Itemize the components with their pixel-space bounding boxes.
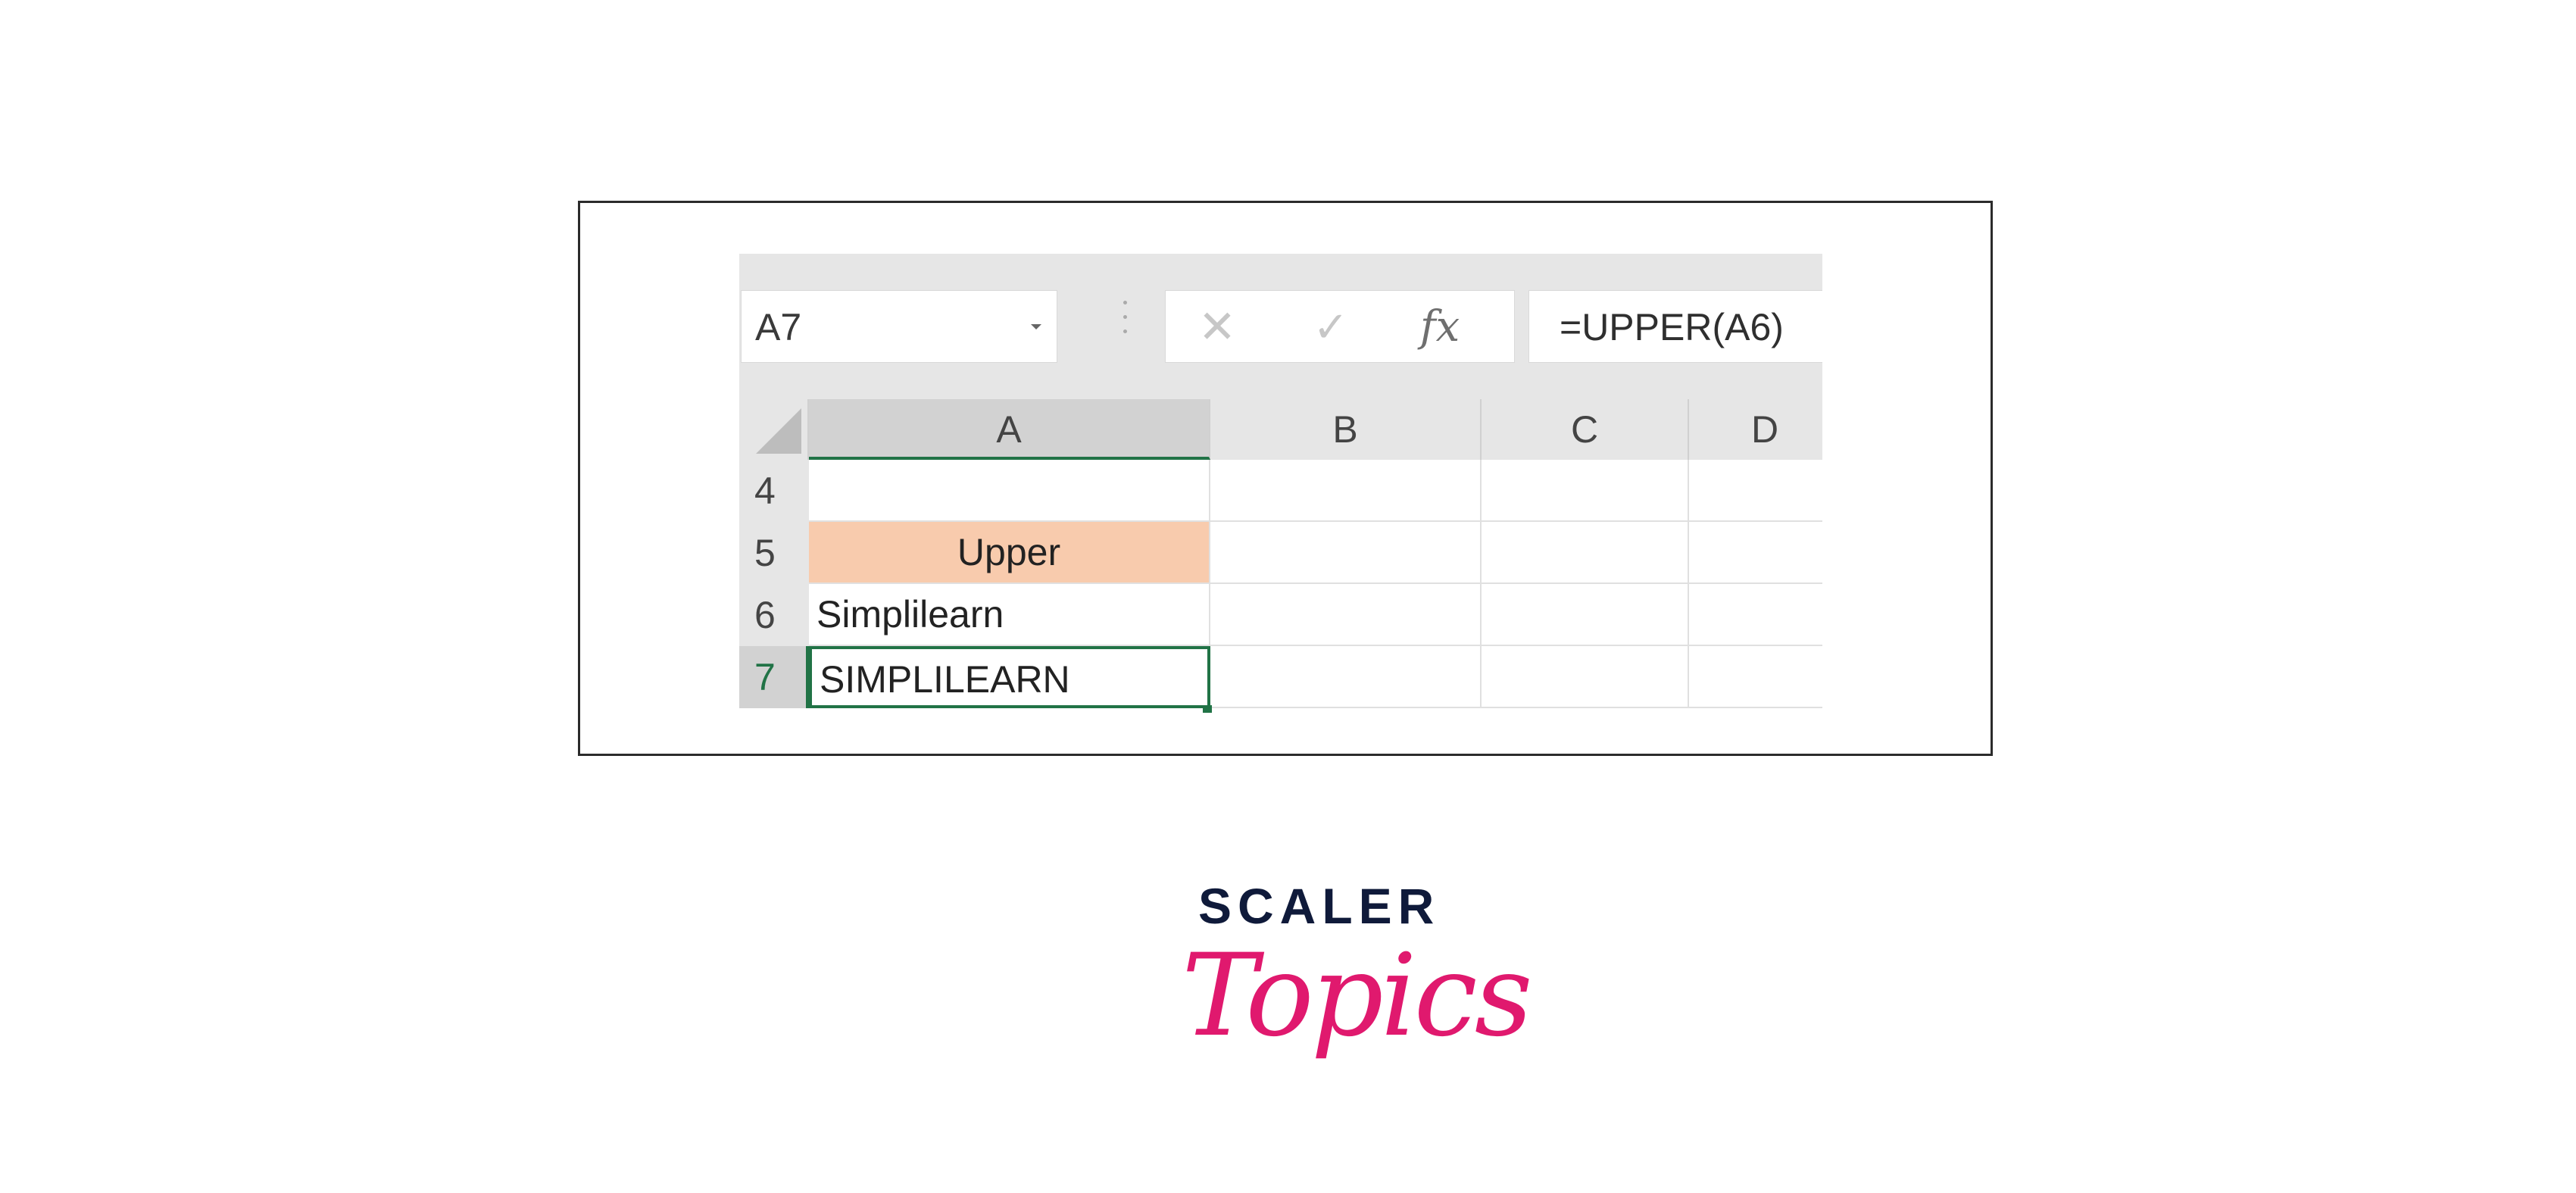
cell-b5[interactable] — [1210, 522, 1482, 584]
cell-a7[interactable]: SIMPLILEARN — [809, 646, 1210, 708]
row-header-4[interactable]: 4 — [739, 460, 809, 522]
cell-b7[interactable] — [1210, 646, 1482, 708]
cell-c6[interactable] — [1482, 584, 1689, 646]
cell-d6[interactable] — [1689, 584, 1822, 646]
chevron-down-icon[interactable] — [1031, 324, 1041, 329]
cell-d4[interactable] — [1689, 460, 1822, 522]
select-all-icon — [756, 408, 801, 454]
cell-c4[interactable] — [1482, 460, 1689, 522]
name-box-value: A7 — [755, 306, 802, 348]
cell-b6[interactable] — [1210, 584, 1482, 646]
enter-icon[interactable]: ✓ — [1300, 291, 1361, 364]
formula-text: =UPPER(A6) — [1560, 306, 1784, 348]
column-header-c[interactable]: C — [1482, 399, 1689, 460]
logo-topics-text: Topics — [1182, 930, 1533, 1062]
select-all-corner[interactable] — [739, 399, 809, 460]
formula-bar: A7 ✕ ✓ fx =UPPER(A6) — [739, 254, 1822, 399]
scaler-topics-logo: SCALER Topics — [1182, 877, 1533, 1074]
cell-a5[interactable]: Upper — [809, 522, 1210, 584]
fill-handle[interactable] — [1203, 705, 1212, 713]
row-header-6[interactable]: 6 — [739, 584, 809, 646]
cell-d7[interactable] — [1689, 646, 1822, 708]
row-header-7[interactable]: 7 — [739, 646, 809, 708]
cell-c5[interactable] — [1482, 522, 1689, 584]
cell-d5[interactable] — [1689, 522, 1822, 584]
cell-c7[interactable] — [1482, 646, 1689, 708]
grip-icon — [1123, 301, 1127, 346]
cell-b4[interactable] — [1210, 460, 1482, 522]
cell-a6[interactable]: Simplilearn — [809, 584, 1210, 646]
insert-function-icon[interactable]: fx — [1410, 291, 1470, 364]
column-header-d[interactable]: D — [1689, 399, 1822, 460]
spreadsheet: A7 ✕ ✓ fx =UPPER(A6) A B C D 4 5 Upper 6… — [739, 254, 1822, 713]
cancel-icon[interactable]: ✕ — [1187, 291, 1247, 364]
row-header-5[interactable]: 5 — [739, 522, 809, 584]
cell-a4[interactable] — [809, 460, 1210, 522]
logo-scaler-text: SCALER — [1198, 878, 1441, 934]
formula-input[interactable]: =UPPER(A6) — [1528, 290, 1822, 363]
column-header-b[interactable]: B — [1210, 399, 1482, 460]
screenshot-frame: A7 ✕ ✓ fx =UPPER(A6) A B C D 4 5 Upper 6… — [578, 201, 1993, 756]
name-box[interactable]: A7 — [741, 290, 1057, 363]
formula-buttons: ✕ ✓ fx — [1165, 290, 1515, 363]
column-header-a[interactable]: A — [809, 399, 1210, 460]
